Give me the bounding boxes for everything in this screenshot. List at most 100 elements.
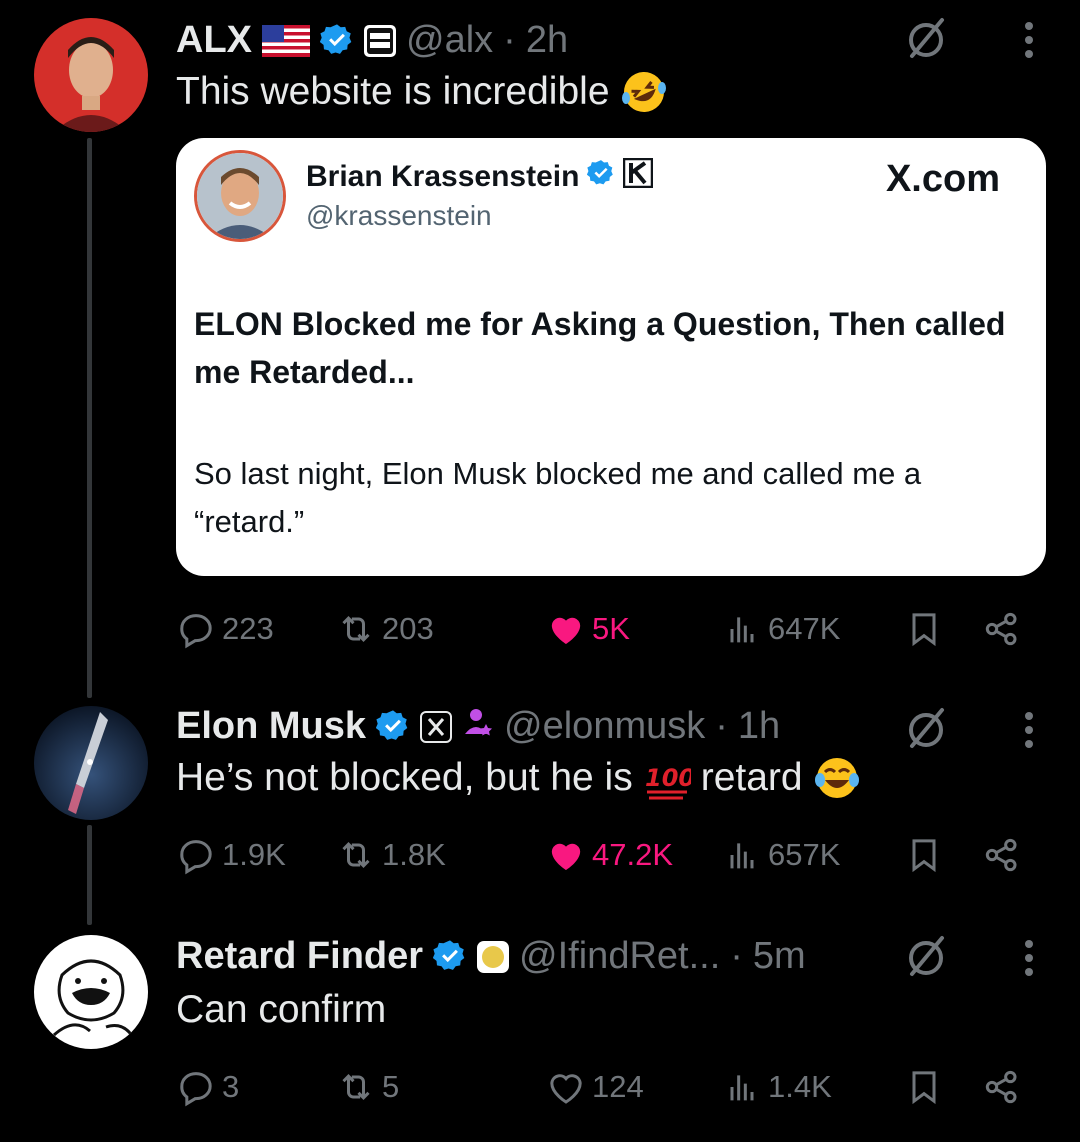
reply-icon [180,614,212,649]
bookmark-icon [912,839,936,873]
view-count: 657K [768,837,841,872]
views-button[interactable]: 647K [722,604,840,654]
tweet-text-part: He’s not blocked, but he is [176,756,633,799]
timestamp[interactable]: 5m [753,935,806,978]
affiliate-badge-icon [477,940,510,973]
author-handle[interactable]: @elonmusk [504,705,705,748]
share-icon [985,612,1017,646]
like-button[interactable]: 124 [546,1062,644,1112]
more-options-icon[interactable] [1022,18,1036,62]
affiliate-badge-icon [364,24,396,57]
quoted-avatar [194,150,286,242]
avatar[interactable] [34,18,148,132]
bookmark-icon [912,1071,936,1105]
repost-count: 1.8K [382,837,446,872]
quoted-author-name: Brian Krassenstein [306,157,654,196]
k-logo-icon [623,157,654,196]
views-chart-icon [730,617,754,643]
tweet-elonmusk[interactable]: Elon Musk @elonmusk · 1h He’s not blocke… [0,690,1080,920]
verified-badge-icon [432,939,467,973]
hundred-points-emoji-icon: 100 [643,754,695,802]
tweet-text: He’s not blocked, but he is 100 retard [176,754,861,802]
share-button[interactable] [982,1062,1022,1112]
avatar[interactable] [34,935,148,1049]
svg-text:100: 100 [645,764,691,792]
reply-icon [180,1072,212,1107]
site-label: X.com [885,158,1000,200]
grok-icon[interactable] [902,14,950,62]
author-name[interactable]: Elon Musk [176,705,366,748]
repost-count: 203 [382,611,434,646]
repost-button[interactable]: 203 [336,604,434,654]
quoted-author-handle: @krassenstein [306,200,492,231]
separator-dot: · [730,934,743,977]
author-name[interactable]: ALX [176,19,252,62]
repost-count: 5 [382,1069,400,1104]
repost-button[interactable]: 1.8K [336,830,446,880]
timestamp[interactable]: 1h [738,705,780,748]
grok-icon[interactable] [902,704,950,752]
reply-count: 223 [222,611,274,646]
bookmark-button[interactable] [904,830,944,880]
separator-dot: · [715,704,728,747]
avatar[interactable] [34,706,148,820]
view-count: 647K [768,611,841,646]
bookmark-button[interactable] [904,604,944,654]
us-flag-icon [262,24,310,57]
view-count: 1.4K [768,1069,832,1104]
tweet-text: This website is incredible [176,68,668,116]
views-chart-icon [730,843,754,869]
tweet-text-part: retard [700,756,803,799]
reply-count: 3 [222,1069,240,1104]
repost-icon [342,616,370,642]
share-button[interactable] [982,604,1022,654]
views-button[interactable]: 657K [722,830,840,880]
more-options-icon[interactable] [1022,936,1036,980]
share-icon [985,1070,1017,1104]
like-count: 47.2K [592,837,674,872]
tweet-retard-finder[interactable]: Retard Finder @IfindRet... · 5m Can conf… [0,920,1080,1142]
like-button[interactable]: 47.2K [546,830,673,880]
tweet-text: Can confirm [176,988,386,1032]
author-handle[interactable]: @alx [406,19,493,62]
timestamp[interactable]: 2h [526,19,568,62]
share-icon [985,838,1017,872]
tweet-header: Retard Finder @IfindRet... · 5m [176,934,806,978]
reply-thread: ALX @alx · 2h This website is incredible… [0,0,1080,1142]
action-bar: 1.9K 1.8K 47.2K 657K [176,830,1036,880]
views-button[interactable]: 1.4K [722,1062,832,1112]
quoted-screenshot-card[interactable]: Brian Krassenstein @krassenstein X.com E… [176,138,1046,576]
heart-outline-icon [550,1074,582,1104]
views-chart-icon [730,1075,754,1101]
bookmark-button[interactable] [904,1062,944,1112]
verified-badge-icon [375,709,410,743]
repost-button[interactable]: 5 [336,1062,399,1112]
verified-badge-icon [319,23,354,57]
heart-filled-icon [551,843,581,870]
like-button[interactable]: 5K [546,604,630,654]
repost-icon [342,842,370,868]
tweet-text-content: This website is incredible [176,70,610,113]
tweet-header: Elon Musk @elonmusk · 1h [176,704,780,748]
reply-button[interactable]: 223 [176,604,274,654]
bookmark-icon [912,613,936,647]
share-button[interactable] [982,830,1022,880]
author-handle[interactable]: @IfindRet... [519,935,720,978]
reply-button[interactable]: 3 [176,1062,239,1112]
repost-icon [342,1074,370,1100]
reply-button[interactable]: 1.9K [176,830,286,880]
separator-dot: · [503,18,516,61]
action-bar: 223 203 5K 647K [176,604,1036,654]
quoted-body: So last night, Elon Musk blocked me and … [194,456,922,539]
more-options-icon[interactable] [1022,708,1036,752]
rofl-emoji-icon [620,68,668,116]
reply-icon [180,840,212,875]
admin-user-icon [462,705,494,748]
verified-badge-icon [587,159,615,195]
tears-of-joy-emoji-icon [813,754,861,802]
like-count: 5K [592,611,630,646]
heart-filled-icon [551,617,581,644]
grok-icon[interactable] [902,932,950,980]
author-name[interactable]: Retard Finder [176,935,423,978]
tweet-alx[interactable]: ALX @alx · 2h This website is incredible… [0,0,1080,690]
